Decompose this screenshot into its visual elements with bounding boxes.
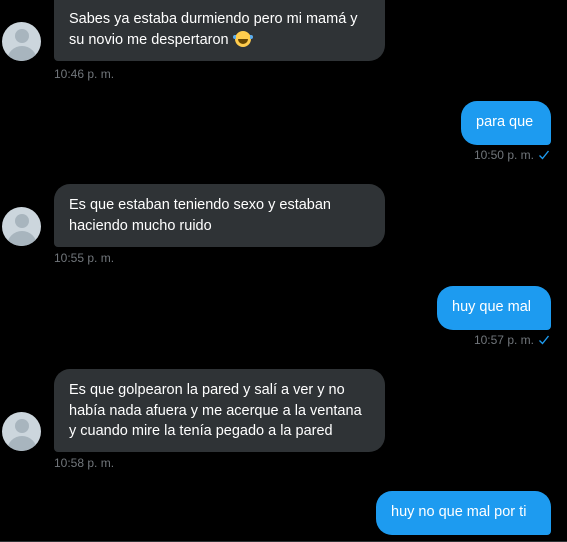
avatar-placeholder-body <box>6 46 37 61</box>
message-bubble-incoming[interactable]: Es que golpearon la pared y salí a ver y… <box>54 369 385 452</box>
face-with-tears-of-joy-icon <box>232 30 253 47</box>
message-timestamp: 10:58 p. m. <box>54 456 115 470</box>
message-text-line: y cuando mire la tenía pegado a la pared <box>69 423 333 439</box>
message-text-line: huy no que mal por ti <box>391 504 527 520</box>
avatar-placeholder-head <box>14 214 29 228</box>
avatar-placeholder-body <box>6 436 37 451</box>
timestamp-text: 10:57 p. m. <box>473 333 534 347</box>
message-text-line: Es que golpearon la pared y salí a ver y… <box>69 382 345 398</box>
message-bubble-incoming[interactable]: Es que estaban teniendo sexo y estaban h… <box>54 184 385 247</box>
contact-avatar[interactable] <box>2 207 41 246</box>
message-timestamp: 10:46 p. m. <box>54 67 115 81</box>
read-check-icon <box>539 150 550 160</box>
message-text-line: para que <box>476 114 534 130</box>
message-text-line: huy que mal <box>452 299 531 315</box>
message-text-line: había nada afuera y me acerque a la vent… <box>69 402 362 419</box>
message-text-line: Es que estaban teniendo sexo y estaban <box>69 197 331 213</box>
message-text: su novio me despertaron <box>69 31 229 48</box>
timestamp-text: 10:50 p. m. <box>473 148 534 162</box>
message-bubble-outgoing[interactable]: para que <box>461 101 551 145</box>
contact-avatar[interactable] <box>2 412 41 451</box>
avatar-placeholder-body <box>6 231 37 246</box>
avatar-placeholder-head <box>14 419 29 433</box>
avatar-placeholder-head <box>14 29 29 43</box>
message-text-line: Sabes ya estaba durmiendo pero mi mamá y <box>69 11 358 27</box>
read-check-icon <box>539 335 550 345</box>
contact-avatar[interactable] <box>2 22 41 61</box>
message-text-line: su novio me despertaron <box>69 30 370 51</box>
message-timestamp: 10:50 p. m. <box>474 148 550 162</box>
message-bubble-incoming[interactable]: Sabes ya estaba durmiendo pero mi mamá y… <box>54 0 385 61</box>
message-text-line: haciendo mucho ruido <box>69 217 212 234</box>
message-bubble-outgoing[interactable]: huy que mal <box>437 286 551 330</box>
message-timestamp: 10:57 p. m. <box>474 333 550 347</box>
message-timestamp: 10:55 p. m. <box>54 251 115 265</box>
message-bubble-outgoing[interactable]: huy no que mal por ti <box>376 491 551 535</box>
